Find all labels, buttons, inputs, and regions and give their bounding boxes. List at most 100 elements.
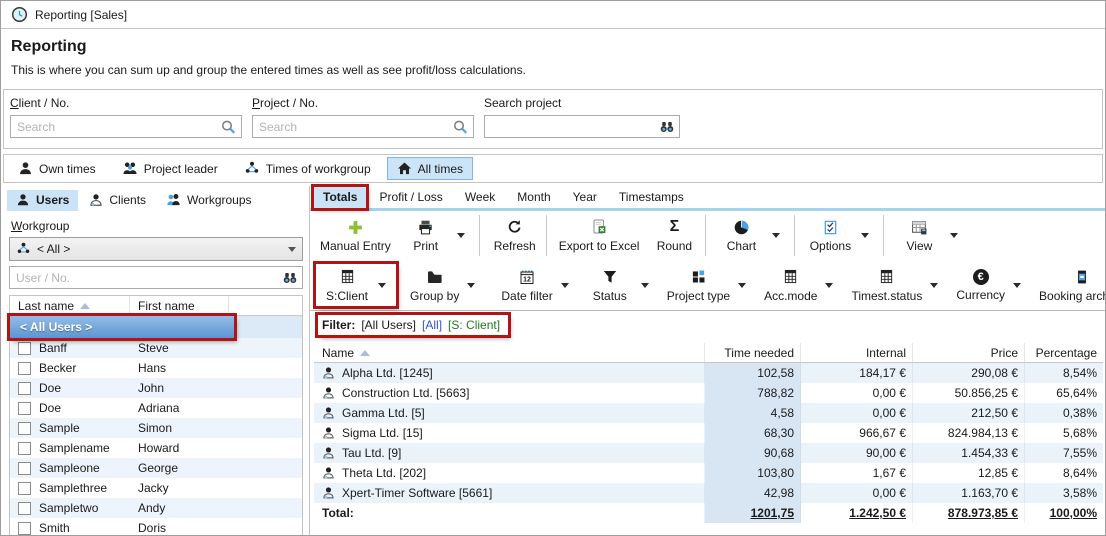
refresh-button[interactable]: Refresh [484,213,542,258]
table-row[interactable]: Xpert-Timer Software [5661] 42,98 0,00 €… [314,483,1103,503]
status-button[interactable]: Status [579,262,659,308]
row-checkbox[interactable] [18,362,31,375]
column-header-first-name[interactable]: First name [130,296,229,315]
group-by-button[interactable]: Group by [402,262,485,308]
tab-clients[interactable]: Clients [80,190,155,211]
table-row[interactable]: Tau Ltd. [9] 90,68 90,00 € 1.454,33 € 7,… [314,443,1103,463]
user-row[interactable]: BanffSteve [10,338,302,358]
acc-mode-button[interactable]: Acc.mode [756,262,843,308]
chevron-down-icon[interactable] [772,233,780,238]
tab-times-of-workgroup[interactable]: Times of workgroup [234,157,381,180]
home-icon [397,161,412,176]
all-users-selection[interactable]: < All Users > [10,316,234,338]
row-checkbox[interactable] [18,482,31,495]
reporting-window: Reporting [Sales] Reporting This is wher… [0,0,1106,536]
sort-client-button[interactable]: S:Client [316,264,396,306]
view-button[interactable]: View [888,213,968,258]
user-row[interactable]: SampleSimon [10,418,302,438]
table-row[interactable]: Sigma Ltd. [15] 68,30 966,67 € 824.984,1… [314,423,1103,443]
table-row[interactable]: Alpha Ltd. [1245] 102,58 184,17 € 290,08… [314,363,1103,383]
booking-archive-button[interactable]: Booking archive [1031,262,1106,308]
export-to-excel-button[interactable]: Export to Excel [551,213,644,258]
tab-own-times[interactable]: Own times [8,157,106,180]
chevron-down-icon[interactable] [738,283,746,288]
tab-all-times[interactable]: All times [387,157,473,180]
project-search-input[interactable] [253,116,473,137]
table-row[interactable]: Gamma Ltd. [5] 4,58 0,00 € 212,50 € 0,38… [314,403,1103,423]
options-button[interactable]: Options [799,213,879,258]
chevron-down-icon[interactable] [378,283,386,288]
row-checkbox[interactable] [18,462,31,475]
row-checkbox[interactable] [18,342,31,355]
table-row[interactable]: Theta Ltd. [202] 103,80 1,67 € 12,85 € 8… [314,463,1103,483]
timestamp-status-button[interactable]: Timest.status [843,262,948,308]
all-users-row[interactable]: < All Users > [10,316,302,338]
tab-totals[interactable]: Totals [314,187,366,208]
chevron-down-icon[interactable] [641,283,649,288]
page-header: Reporting This is where you can sum up a… [1,29,1105,83]
user-row[interactable]: SampletwoAndy [10,498,302,518]
user-row[interactable]: SamplethreeJacky [10,478,302,498]
row-checkbox[interactable] [18,502,31,515]
user-filter-input[interactable] [10,267,302,288]
chevron-down-icon[interactable] [1013,283,1021,288]
column-header-time-needed[interactable]: Time needed [705,343,801,362]
date-filter-button[interactable]: 12 Date filter [493,262,578,308]
row-checkbox[interactable] [18,402,31,415]
tab-profit-loss[interactable]: Profit / Loss [370,187,451,208]
chart-button[interactable]: Chart [710,213,790,258]
tab-week[interactable]: Week [456,187,504,208]
user-row[interactable]: DoeJohn [10,378,302,398]
binoculars-icon [659,119,675,138]
search-project-field [484,115,680,138]
manual-entry-button[interactable]: Manual Entry [312,213,395,258]
round-button[interactable]: Σ Round [643,213,701,258]
print-button[interactable]: Print [395,213,475,258]
user-row[interactable]: SampleoneGeorge [10,458,302,478]
row-checkbox[interactable] [18,522,31,535]
sort-asc-icon [80,303,90,309]
project-type-button[interactable]: Project type [659,262,756,308]
tab-workgroups[interactable]: Workgroups [157,190,260,211]
row-checkbox[interactable] [18,422,31,435]
table-calc-icon [340,268,355,286]
user-row[interactable]: SmithDoris [10,518,302,536]
chevron-down-icon[interactable] [457,233,465,238]
user-row[interactable]: BeckerHans [10,358,302,378]
workgroup-network-icon [244,161,260,176]
chevron-down-icon[interactable] [561,283,569,288]
table-row[interactable]: Construction Ltd. [5663] 788,82 0,00 € 5… [314,383,1103,403]
page-title: Reporting [11,38,1095,56]
column-header-internal[interactable]: Internal [801,343,913,362]
chevron-down-icon[interactable] [930,283,938,288]
total-row: Total: 1201,75 1.242,50 € 878.973,85 € 1… [314,503,1103,523]
currency-button[interactable]: € Currency [948,262,1031,308]
user-row[interactable]: DoeAdriana [10,398,302,418]
toolbar-separator [546,215,547,256]
tab-year[interactable]: Year [564,187,606,208]
chevron-down-icon[interactable] [861,233,869,238]
chevron-down-icon[interactable] [467,283,475,288]
tab-month[interactable]: Month [508,187,559,208]
excel-icon [591,218,607,236]
sort-asc-icon [360,350,370,356]
chevron-down-icon[interactable] [288,247,296,252]
chevron-down-icon[interactable] [825,283,833,288]
tab-timestamps[interactable]: Timestamps [610,187,693,208]
column-header-name[interactable]: Name [314,343,705,362]
client-search-input[interactable] [11,116,241,137]
search-project-label: Search project [484,96,680,110]
users-panel-body: Workgroup < All > Last name [3,211,309,536]
search-project-input[interactable] [485,116,679,137]
column-header-percentage[interactable]: Percentage [1025,343,1103,362]
users-table-header: Last name First name [10,296,302,316]
tab-project-leader[interactable]: Project leader [112,157,228,180]
column-header-last-name[interactable]: Last name [10,296,130,315]
chevron-down-icon[interactable] [950,233,958,238]
row-checkbox[interactable] [18,442,31,455]
column-header-price[interactable]: Price [913,343,1025,362]
workgroup-select[interactable]: < All > [9,237,303,261]
user-row[interactable]: SamplenameHoward [10,438,302,458]
tab-users[interactable]: Users [7,190,78,211]
row-checkbox[interactable] [18,382,31,395]
